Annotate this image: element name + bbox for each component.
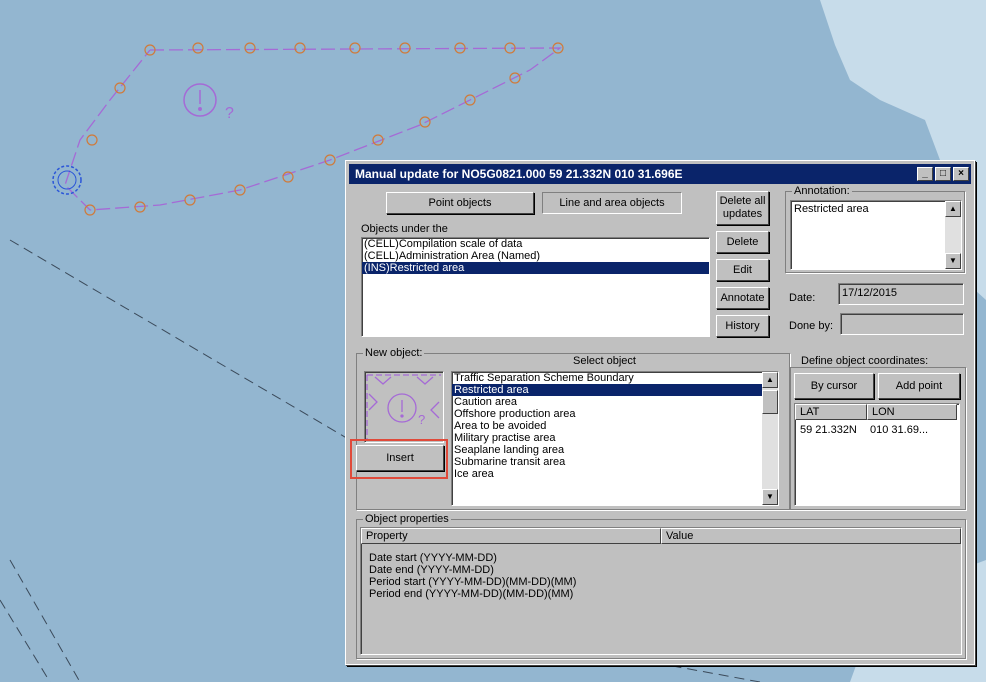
symbol-question-mark: ? xyxy=(225,105,234,122)
list-item[interactable]: Offshore production area xyxy=(452,408,778,420)
date-label: Date: xyxy=(789,292,816,304)
symbol-preview: ? xyxy=(364,371,444,443)
annotation-scrollbar[interactable]: ▲ ▼ xyxy=(945,201,961,269)
coordinate-lon: 010 31.69... xyxy=(870,424,929,436)
select-object-list[interactable]: Traffic Separation Scheme Boundary Restr… xyxy=(451,371,779,506)
tab-point-objects[interactable]: Point objects xyxy=(386,192,534,214)
objects-under-label: Objects under the xyxy=(361,223,448,235)
list-item[interactable]: Ice area xyxy=(452,468,778,480)
close-button[interactable]: × xyxy=(953,167,969,181)
select-object-label: Select object xyxy=(573,355,636,367)
done-by-label: Done by: xyxy=(789,320,834,332)
annotation-text: Restricted area xyxy=(794,203,869,215)
new-object-label: New object: xyxy=(363,347,425,359)
insert-highlight xyxy=(350,439,448,479)
list-item[interactable]: (CELL)Compilation scale of data xyxy=(362,238,709,250)
dialog-title: Manual update for NO5G0821.000 59 21.332… xyxy=(355,167,683,181)
object-properties-table[interactable]: Property Value Date start (YYYY-MM-DD) D… xyxy=(360,527,962,655)
list-item[interactable]: (CELL)Administration Area (Named) xyxy=(362,250,709,262)
coordinates-table[interactable]: LAT LON 59 21.332N 010 31.69... xyxy=(794,403,960,506)
list-item[interactable]: Area to be avoided xyxy=(452,420,778,432)
tab-line-area-objects[interactable]: Line and area objects xyxy=(542,192,682,214)
column-header-value[interactable]: Value xyxy=(661,528,961,544)
done-by-field[interactable] xyxy=(840,313,964,335)
symbol-question-mark: ? xyxy=(418,412,425,427)
delete-all-updates-button[interactable]: Delete all updates xyxy=(716,191,769,225)
annotation-textarea[interactable]: Restricted area ▲ ▼ xyxy=(790,200,962,270)
date-field[interactable]: 17/12/2015 xyxy=(838,283,964,305)
list-item-selected[interactable]: (INS)Restricted area xyxy=(362,262,709,274)
scroll-up-icon[interactable]: ▲ xyxy=(762,372,778,388)
annotation-group: Annotation: Restricted area ▲ ▼ xyxy=(785,185,965,273)
annotation-label: Annotation: xyxy=(792,185,852,197)
list-item[interactable]: Caution area xyxy=(452,396,778,408)
object-properties-label: Object properties xyxy=(363,513,451,525)
column-header-lat[interactable]: LAT xyxy=(795,404,867,420)
objects-under-list[interactable]: (CELL)Compilation scale of data (CELL)Ad… xyxy=(361,237,710,337)
coordinate-lat: 59 21.332N xyxy=(800,424,857,436)
delete-button[interactable]: Delete xyxy=(716,231,769,253)
object-list-scrollbar[interactable]: ▲ ▼ xyxy=(762,372,778,505)
list-item[interactable]: Submarine transit area xyxy=(452,456,778,468)
manual-update-dialog: Manual update for NO5G0821.000 59 21.332… xyxy=(345,160,975,665)
scroll-up-icon[interactable]: ▲ xyxy=(945,201,961,217)
list-item[interactable]: Military practise area xyxy=(452,432,778,444)
edit-button[interactable]: Edit xyxy=(716,259,769,281)
minimize-button[interactable]: _ xyxy=(917,167,933,181)
annotate-button[interactable]: Annotate xyxy=(716,287,769,309)
by-cursor-button[interactable]: By cursor xyxy=(794,373,874,399)
list-item-selected[interactable]: Restricted area xyxy=(452,384,778,396)
maximize-button[interactable]: □ xyxy=(935,167,951,181)
restricted-area-symbol-icon: ? xyxy=(366,374,441,439)
dialog-title-bar[interactable]: Manual update for NO5G0821.000 59 21.332… xyxy=(349,164,971,184)
add-point-button[interactable]: Add point xyxy=(878,373,960,399)
property-row[interactable]: Period end (YYYY-MM-DD)(MM-DD)(MM) xyxy=(369,588,573,601)
scroll-down-icon[interactable]: ▼ xyxy=(945,253,961,269)
list-item[interactable]: Seaplane landing area xyxy=(452,444,778,456)
column-header-property[interactable]: Property xyxy=(361,528,661,544)
history-button[interactable]: History xyxy=(716,315,769,337)
list-item[interactable]: Traffic Separation Scheme Boundary xyxy=(452,372,778,384)
scroll-thumb[interactable] xyxy=(762,390,778,414)
scroll-down-icon[interactable]: ▼ xyxy=(762,489,778,505)
column-header-lon[interactable]: LON xyxy=(867,404,957,420)
